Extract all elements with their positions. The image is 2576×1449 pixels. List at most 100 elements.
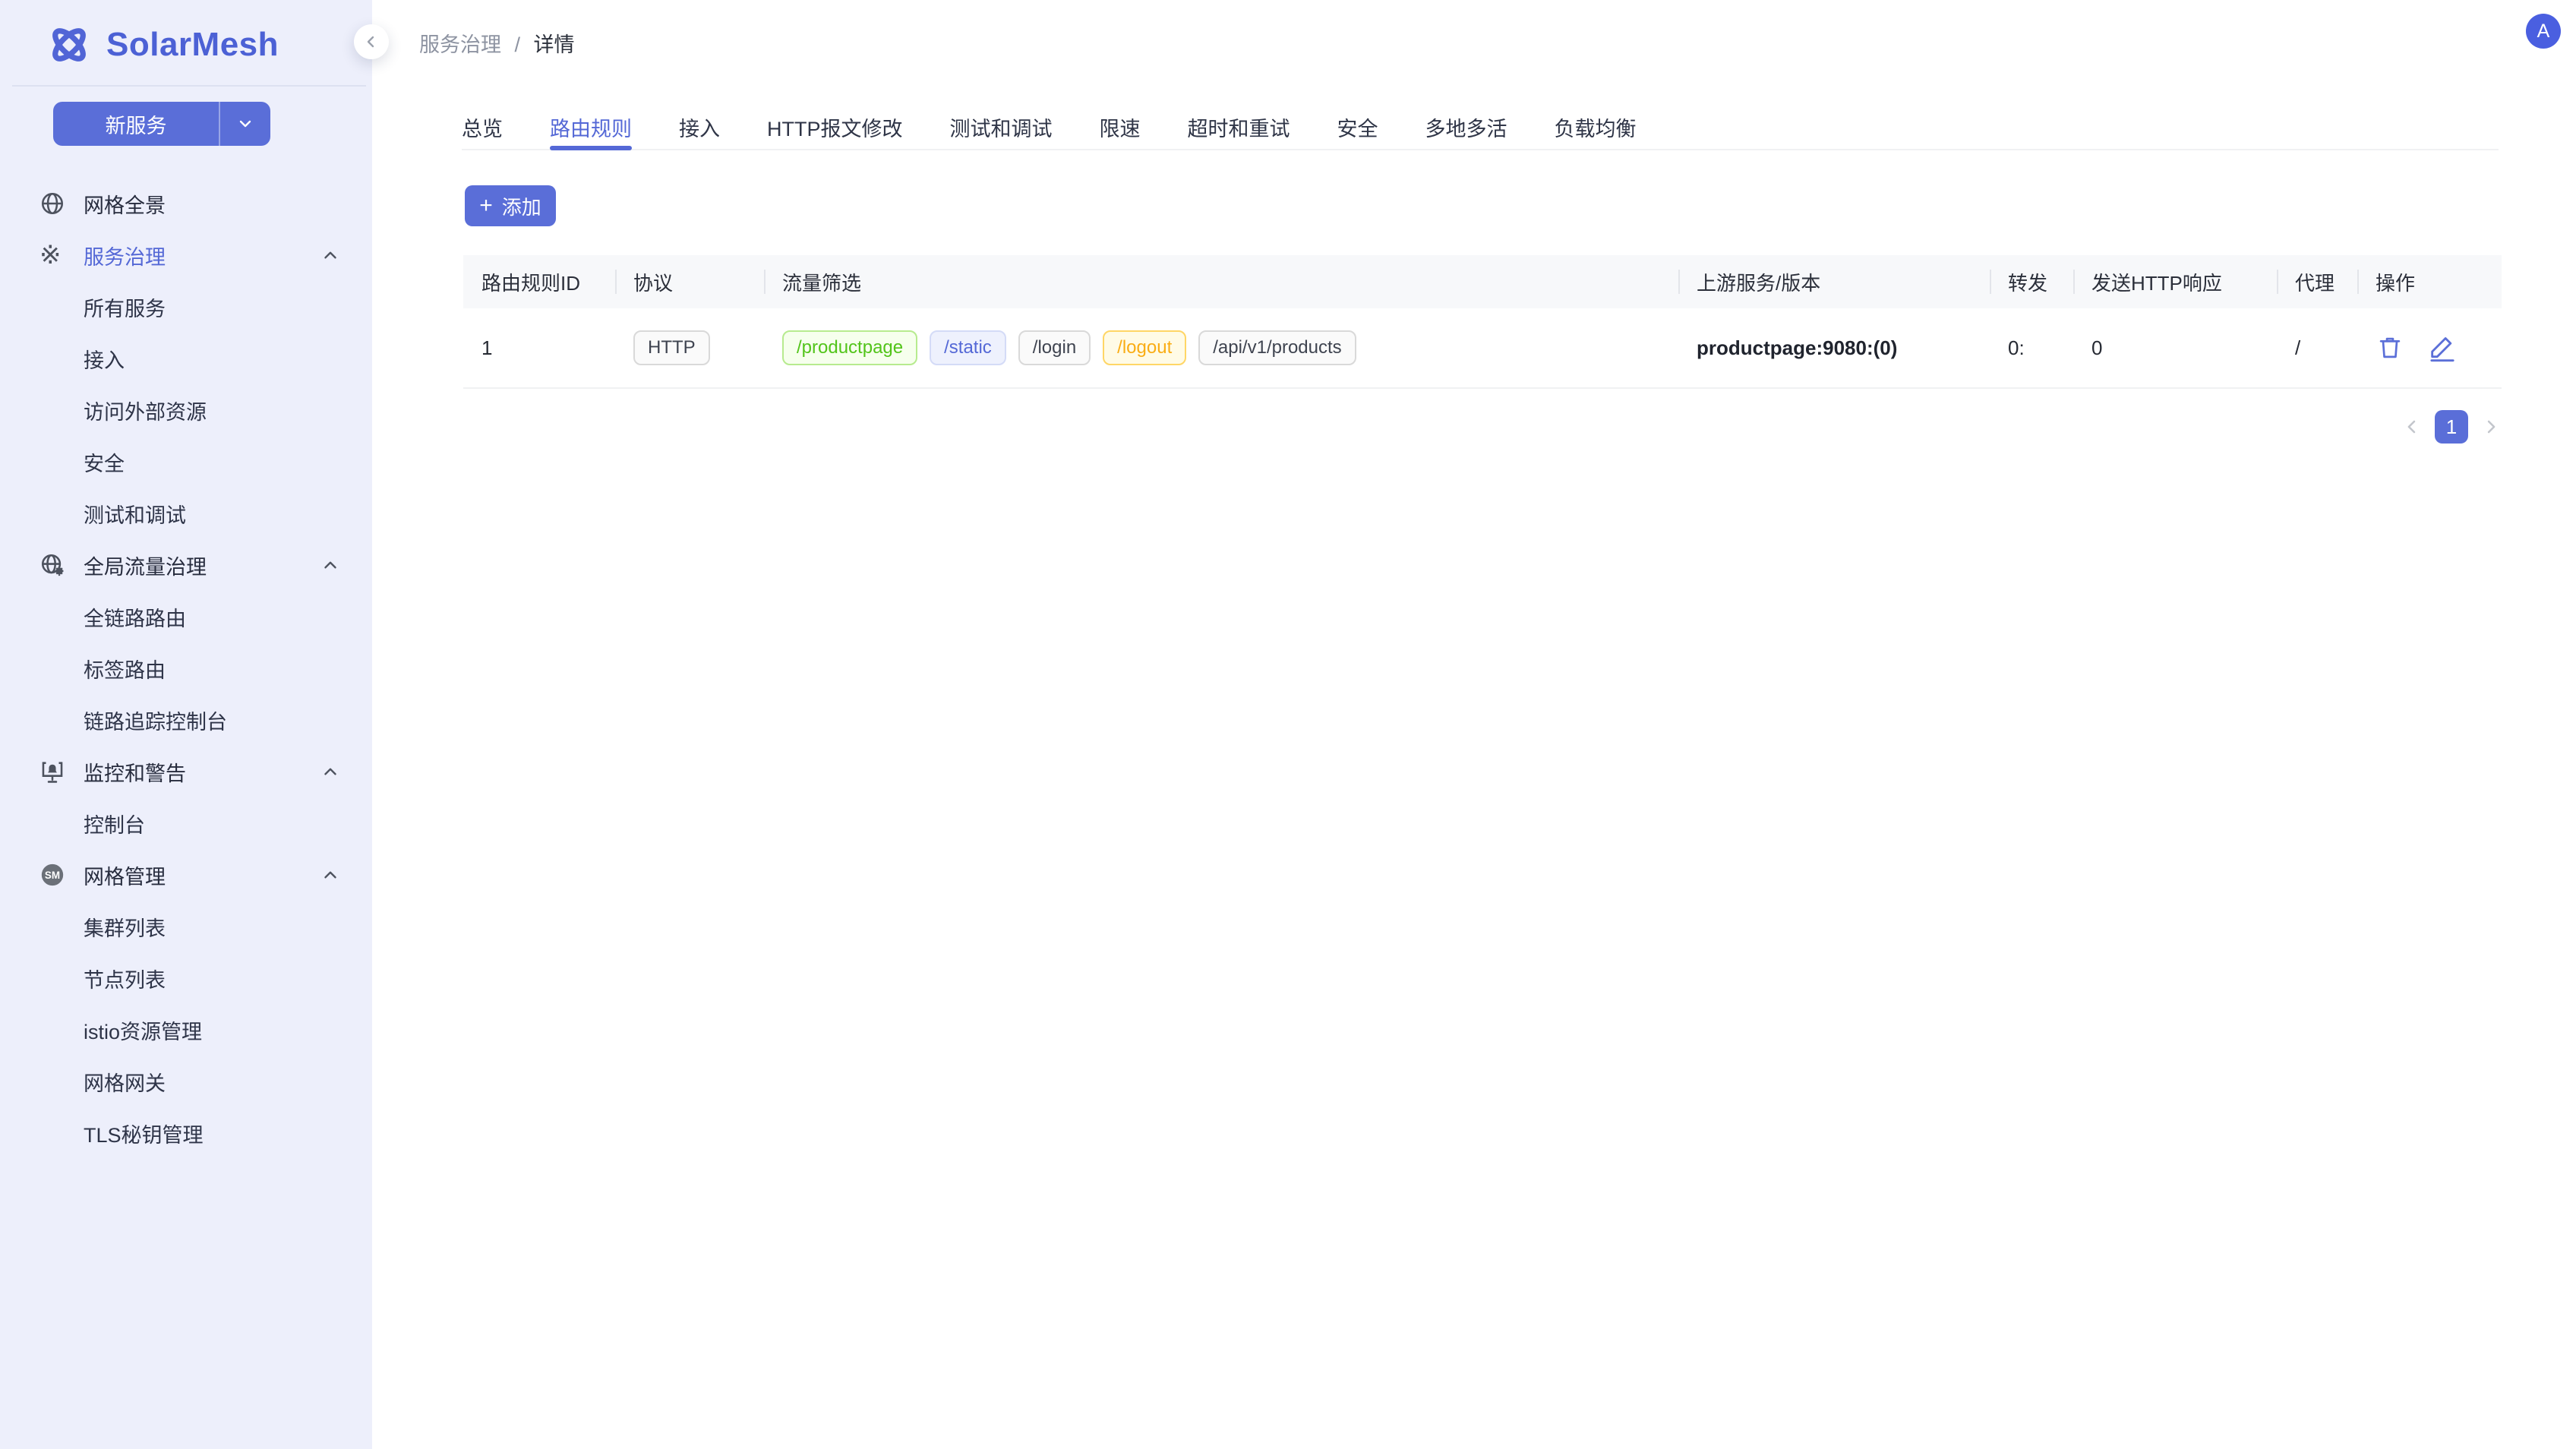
sidebar-item-mesh-management[interactable]: SM 网格管理 — [0, 849, 372, 901]
breadcrumb-separator: / — [515, 33, 521, 56]
tab-multi-region[interactable]: 多地多活 — [1425, 105, 1507, 149]
sidebar-item-label: 全局流量治理 — [84, 551, 207, 580]
breadcrumb-parent[interactable]: 服务治理 — [419, 33, 501, 56]
sidebar-item-global-traffic[interactable]: 全局流量治理 — [0, 539, 372, 591]
sidebar-item-console[interactable]: 控制台 — [0, 797, 372, 849]
solarmesh-logo-icon — [47, 23, 91, 67]
chevron-down-icon[interactable] — [220, 102, 270, 146]
table-header-row: 路由规则ID 协议 流量筛选 上游服务/版本 转发 发送HTTP响应 代理 操作 — [463, 255, 2502, 308]
chevron-up-icon — [320, 865, 340, 885]
tab-access[interactable]: 接入 — [679, 105, 720, 149]
chevron-up-icon — [320, 245, 340, 265]
sidebar-item-all-services[interactable]: 所有服务 — [0, 281, 372, 333]
cell-traffic-filters: /productpage /static /login /logout /api… — [764, 308, 1678, 387]
tab-routing-rules[interactable]: 路由规则 — [550, 105, 632, 149]
breadcrumb-current: 详情 — [534, 33, 575, 56]
breadcrumb: 服务治理 / 详情 — [419, 28, 575, 58]
svg-text:SM: SM — [45, 870, 60, 881]
cell-http-response: 0 — [2073, 308, 2277, 387]
sidebar-item-mesh-gateway[interactable]: 网格网关 — [0, 1056, 372, 1107]
globe-icon — [39, 190, 70, 217]
user-avatar[interactable]: A — [2526, 14, 2561, 49]
plus-icon: + — [479, 194, 493, 217]
tab-load-balancing[interactable]: 负载均衡 — [1555, 105, 1637, 149]
filter-tag: /api/v1/products — [1198, 330, 1356, 365]
routing-rules-table: 路由规则ID 协议 流量筛选 上游服务/版本 转发 发送HTTP响应 代理 操作… — [463, 255, 2502, 389]
delete-button[interactable] — [2376, 333, 2404, 362]
app-title: SolarMesh — [106, 26, 279, 64]
tab-overview[interactable]: 总览 — [462, 105, 503, 149]
sidebar-item-service-governance[interactable]: ※ 服务治理 — [0, 229, 372, 281]
cell-rule-id: 1 — [463, 308, 615, 387]
app-window: SolarMesh 新服务 网格全景 ※ 服务治理 — [0, 0, 2576, 1449]
tab-security[interactable]: 安全 — [1337, 105, 1378, 149]
column-header-traffic-filter: 流量筛选 — [764, 255, 1678, 308]
filter-tag: /login — [1018, 330, 1091, 365]
tab-bar: 总览 路由规则 接入 HTTP报文修改 测试和调试 限速 超时和重试 安全 多地… — [462, 105, 2499, 150]
column-header-proxy: 代理 — [2277, 255, 2357, 308]
tab-timeout-retry[interactable]: 超时和重试 — [1188, 105, 1290, 149]
sidebar-item-external-resources[interactable]: 访问外部资源 — [0, 384, 372, 436]
chevron-left-icon — [2401, 416, 2423, 437]
new-service-button[interactable]: 新服务 — [53, 102, 270, 146]
sidebar-divider — [12, 85, 366, 87]
sm-badge-icon: SM — [39, 861, 70, 889]
filter-tag: /productpage — [782, 330, 917, 365]
sidebar-item-mesh-overview[interactable]: 网格全景 — [0, 178, 372, 229]
add-button-label: 添加 — [502, 192, 541, 220]
column-header-http-response: 发送HTTP响应 — [2073, 255, 2277, 308]
sidebar-collapse-button[interactable] — [354, 24, 389, 59]
pagination-prev-button[interactable] — [2401, 416, 2423, 437]
main-content: 服务治理 / 详情 A 总览 路由规则 接入 HTTP报文修改 测试和调试 限速… — [372, 0, 2576, 1449]
column-header-rule-id: 路由规则ID — [463, 255, 615, 308]
trash-icon — [2376, 333, 2404, 362]
service-governance-icon: ※ — [39, 242, 70, 269]
column-header-actions: 操作 — [2357, 255, 2502, 308]
sidebar-item-node-list[interactable]: 节点列表 — [0, 952, 372, 1004]
tab-rate-limit[interactable]: 限速 — [1100, 105, 1141, 149]
sidebar-item-monitoring-alerts[interactable]: 监控和警告 — [0, 746, 372, 797]
sidebar-item-tls-keys[interactable]: TLS秘钥管理 — [0, 1107, 372, 1159]
sidebar-item-label: 网格管理 — [84, 860, 166, 890]
pagination-page-1[interactable]: 1 — [2435, 410, 2468, 444]
chevron-up-icon — [320, 555, 340, 575]
cell-proxy: / — [2277, 308, 2357, 387]
cell-actions — [2357, 308, 2502, 387]
sidebar-item-access[interactable]: 接入 — [0, 333, 372, 384]
sidebar-item-label: 服务治理 — [84, 241, 166, 270]
sidebar-item-label: 网格全景 — [84, 189, 166, 219]
cell-protocol: HTTP — [615, 308, 764, 387]
sidebar: SolarMesh 新服务 网格全景 ※ 服务治理 — [0, 0, 372, 1449]
sidebar-item-label-routing[interactable]: 标签路由 — [0, 642, 372, 694]
pagination: 1 — [2401, 410, 2502, 444]
filter-tag: /logout — [1103, 330, 1186, 365]
sidebar-item-test-debug[interactable]: 测试和调试 — [0, 488, 372, 539]
sidebar-menu: 网格全景 ※ 服务治理 所有服务 接入 访问外部资源 安全 测试和调试 — [0, 178, 372, 1159]
table-row: 1 HTTP /productpage /static /login /logo… — [463, 308, 2502, 389]
cell-forward: 0: — [1990, 308, 2073, 387]
sidebar-item-cluster-list[interactable]: 集群列表 — [0, 901, 372, 952]
globe-gear-icon — [39, 551, 70, 579]
sidebar-item-trace-console[interactable]: 链路追踪控制台 — [0, 694, 372, 746]
edit-pencil-icon — [2427, 333, 2458, 363]
chevron-up-icon — [320, 762, 340, 781]
sidebar-item-label: 监控和警告 — [84, 757, 186, 787]
edit-button[interactable] — [2427, 333, 2458, 363]
sidebar-item-security[interactable]: 安全 — [0, 436, 372, 488]
chevron-right-icon — [2480, 416, 2502, 437]
chevron-left-icon — [362, 33, 380, 51]
sidebar-item-full-link-routing[interactable]: 全链路路由 — [0, 591, 372, 642]
new-service-label: 新服务 — [53, 102, 219, 146]
logo: SolarMesh — [0, 0, 372, 67]
monitor-alarm-icon — [39, 758, 70, 785]
filter-tag: /static — [930, 330, 1006, 365]
tab-http-rewrite[interactable]: HTTP报文修改 — [767, 105, 903, 149]
sidebar-item-istio-resources[interactable]: istio资源管理 — [0, 1004, 372, 1056]
cell-upstream: productpage:9080:(0) — [1678, 308, 1990, 387]
protocol-tag: HTTP — [633, 330, 710, 365]
column-header-forward: 转发 — [1990, 255, 2073, 308]
pagination-next-button[interactable] — [2480, 416, 2502, 437]
tab-test-debug[interactable]: 测试和调试 — [950, 105, 1053, 149]
column-header-protocol: 协议 — [615, 255, 764, 308]
add-button[interactable]: + 添加 — [465, 185, 556, 226]
